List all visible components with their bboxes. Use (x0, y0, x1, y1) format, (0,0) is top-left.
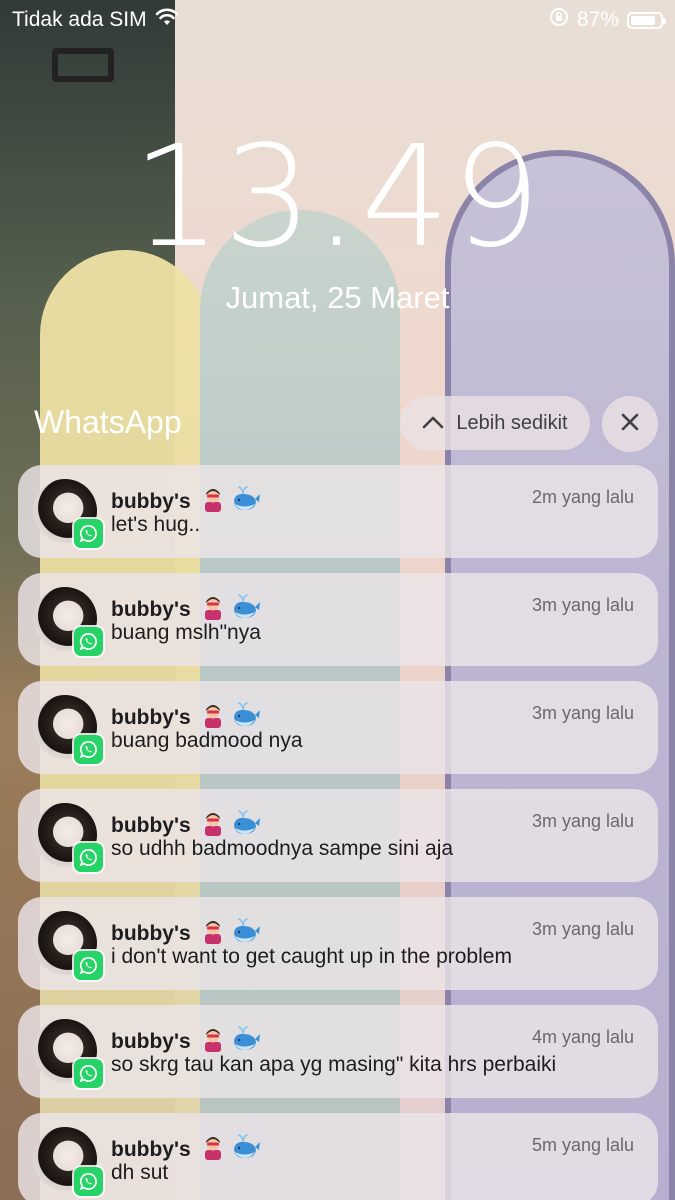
wallpaper-lamp (52, 48, 114, 82)
sender-name: bubby's (111, 490, 191, 513)
notification-time: 3m yang lalu (531, 703, 634, 723)
sender-name: bubby's (111, 598, 191, 621)
show-less-button[interactable]: Lebih sedikit (400, 396, 590, 450)
wifi-icon (155, 8, 179, 32)
notification-card[interactable]: bubby's (18, 681, 658, 774)
sender-name: bubby's (111, 1030, 191, 1053)
notification-message: buang mslh"nya (111, 621, 261, 644)
show-less-label: Lebih sedikit (456, 411, 568, 434)
notification-time: 5m yang lalu (531, 1135, 634, 1155)
close-icon (620, 412, 640, 437)
lock-screen-date: Jumat, 25 Maret (225, 280, 450, 315)
notification-message: so skrg tau kan apa yg masing" kita hrs … (111, 1053, 557, 1076)
superhero-emoji-icon (199, 485, 227, 519)
notification-list: bubby's 2m yang lalu let's hug.. bubby's… (18, 465, 658, 1200)
sender-emojis (199, 485, 261, 519)
notification-message: dh sut (111, 1161, 169, 1184)
battery-percent: 87% (576, 8, 619, 31)
sender-emojis (199, 1133, 261, 1167)
notification-time: 3m yang lalu (531, 811, 634, 831)
notification-time: 3m yang lalu (531, 595, 634, 615)
notification-message: i don't want to get caught up in the pro… (111, 945, 512, 968)
sender-name: bubby's (111, 922, 191, 945)
whatsapp-icon (74, 1059, 103, 1088)
sender-name: bubby's (111, 814, 191, 837)
whatsapp-icon (74, 843, 103, 872)
notification-card[interactable]: bubby's (18, 1005, 658, 1098)
sender-name: bubby's (111, 1138, 191, 1161)
orientation-lock-icon (549, 7, 569, 33)
chevron-up-icon (422, 412, 444, 435)
status-bar-left: Tidak ada SIM (12, 8, 179, 32)
whatsapp-icon (74, 519, 103, 548)
clear-notifications-button[interactable] (602, 396, 658, 452)
notification-card[interactable]: bubby's (18, 1113, 658, 1200)
whatsapp-icon (74, 627, 103, 656)
notification-time: 3m yang lalu (531, 919, 634, 939)
notification-time: 4m yang lalu (531, 1027, 634, 1047)
notification-message: let's hug.. (111, 513, 201, 536)
notification-message: buang badmood nya (111, 729, 303, 752)
status-bar-right: 87% (549, 7, 666, 33)
battery-level-fill (631, 15, 656, 25)
whatsapp-icon (74, 1167, 103, 1196)
lock-screen-time: 13.49 (132, 116, 543, 279)
status-bar: Tidak ada SIM 87% (12, 6, 666, 34)
whale-emoji-icon (231, 485, 261, 519)
whale-emoji-icon (231, 1133, 261, 1167)
whatsapp-icon (74, 735, 103, 764)
notification-time: 2m yang lalu (531, 487, 634, 507)
notification-card[interactable]: bubby's (18, 465, 658, 558)
lock-screen: Tidak ada SIM 87% 13.49 Jumat, 25 Maret … (0, 0, 675, 1200)
whatsapp-icon (74, 951, 103, 980)
notification-group-title: WhatsApp (34, 404, 182, 440)
superhero-emoji-icon (199, 1133, 227, 1167)
notification-card[interactable]: bubby's (18, 897, 658, 990)
notification-card[interactable]: bubby's (18, 789, 658, 882)
battery-icon (627, 11, 666, 29)
notification-message: so udhh badmoodnya sampe sini aja (111, 837, 454, 860)
sender-name: bubby's (111, 706, 191, 729)
notification-card[interactable]: bubby's (18, 573, 658, 666)
carrier-label: Tidak ada SIM (12, 8, 147, 31)
